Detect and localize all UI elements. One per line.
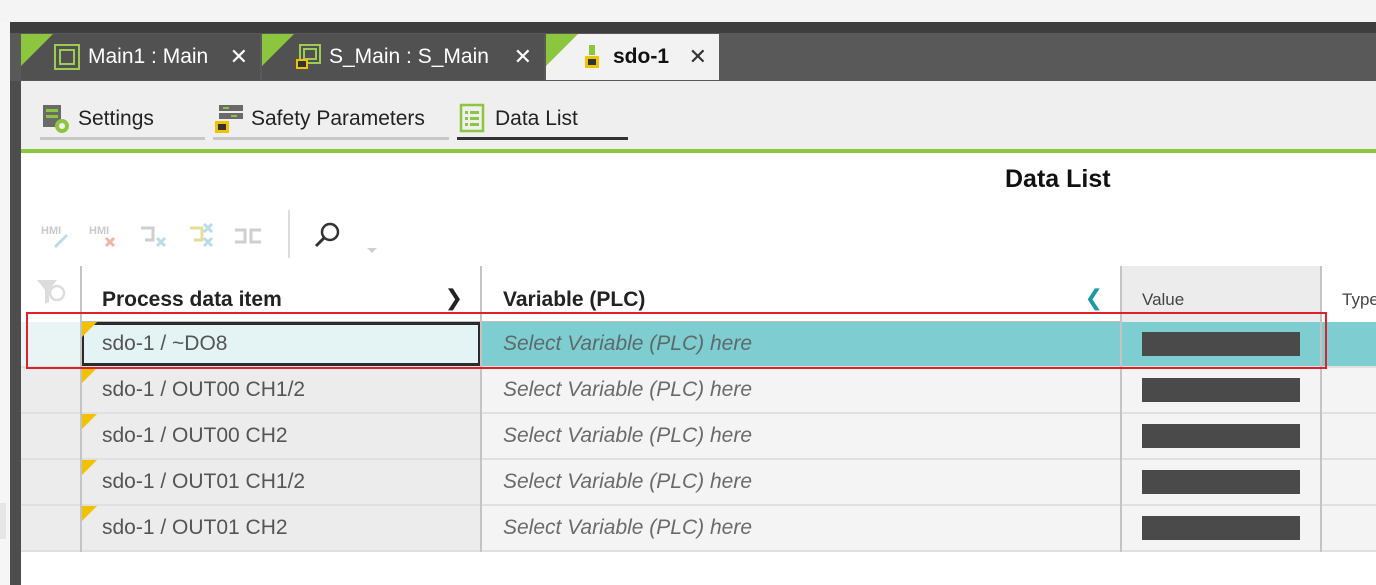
svg-text:HMI: HMI xyxy=(89,225,109,237)
svg-text:HMI: HMI xyxy=(41,225,61,237)
tab-s-main[interactable]: S_Main : S_Main ✕ xyxy=(262,34,544,80)
tab-label: S_Main : S_Main xyxy=(329,45,489,68)
safety-program-icon xyxy=(295,44,321,70)
column-divider xyxy=(1120,266,1122,552)
value-cell xyxy=(1121,506,1321,550)
column-divider xyxy=(480,266,482,552)
table-row[interactable]: sdo-1 / OUT01 CH1/2 Select Variable (PLC… xyxy=(21,460,1376,506)
column-header-process-data-item[interactable]: Process data item ❯ xyxy=(81,266,481,322)
assign-icon[interactable] xyxy=(137,220,167,250)
left-gutter xyxy=(0,22,10,585)
unassign-icon[interactable] xyxy=(186,220,216,250)
column-header-label: Type xyxy=(1342,290,1376,309)
hmi-edit-icon[interactable]: HMI xyxy=(40,220,70,250)
column-header-variable[interactable]: Variable (PLC) ❮ xyxy=(481,266,1121,322)
value-indicator xyxy=(1142,516,1300,540)
table-row[interactable]: sdo-1 / OUT00 CH2 Select Variable (PLC) … xyxy=(21,414,1376,460)
filter-icon[interactable] xyxy=(21,266,81,322)
row-marker xyxy=(81,460,97,476)
column-header-value[interactable]: Value xyxy=(1121,266,1321,322)
type-cell xyxy=(1321,414,1376,458)
variable-cell[interactable]: Select Variable (PLC) here xyxy=(481,322,1121,366)
subtab-settings[interactable]: Settings xyxy=(40,100,205,140)
top-strip xyxy=(0,0,1376,22)
settings-icon xyxy=(40,103,72,135)
table-row[interactable]: sdo-1 / OUT00 CH1/2 Select Variable (PLC… xyxy=(21,368,1376,414)
variable-cell[interactable]: Select Variable (PLC) here xyxy=(481,506,1121,550)
variable-cell[interactable]: Select Variable (PLC) here xyxy=(481,414,1121,458)
column-header-label: Value xyxy=(1142,290,1185,309)
column-divider xyxy=(1320,266,1322,552)
chevron-left-icon[interactable]: ❮ xyxy=(1085,285,1103,311)
value-indicator xyxy=(1142,332,1300,356)
column-header-type[interactable]: Type xyxy=(1321,266,1376,322)
row-selector[interactable] xyxy=(21,414,81,458)
subtab-label: Safety Parameters xyxy=(251,106,425,130)
tab-label: Main1 : Main xyxy=(88,45,209,68)
value-cell xyxy=(1121,368,1321,412)
process-data-item-cell[interactable]: sdo-1 / OUT01 CH1/2 xyxy=(81,460,481,504)
program-icon xyxy=(54,44,80,70)
subtab-label: Data List xyxy=(495,106,578,130)
toolbar-separator xyxy=(288,210,290,258)
tab-main1[interactable]: Main1 : Main ✕ xyxy=(21,34,260,80)
type-cell xyxy=(1321,322,1376,366)
tab-label: sdo-1 xyxy=(613,45,670,68)
search-icon[interactable] xyxy=(313,220,343,250)
search-options-chevron-down-icon[interactable] xyxy=(362,240,382,260)
editor-window: Main1 : Main ✕ S_Main : S_Main ✕ sdo-1 ✕… xyxy=(0,0,1376,585)
data-list-grid: Process data item ❯ Variable (PLC) ❮ Val… xyxy=(21,266,1376,552)
value-cell xyxy=(1121,322,1321,366)
close-icon[interactable]: ✕ xyxy=(689,44,707,70)
close-icon[interactable]: ✕ xyxy=(230,44,248,70)
hmi-delete-icon[interactable]: HMI xyxy=(88,220,118,250)
row-marker xyxy=(81,368,97,384)
close-icon[interactable]: ✕ xyxy=(514,44,532,70)
row-marker xyxy=(81,414,97,430)
process-data-item-cell[interactable]: sdo-1 / OUT01 CH2 xyxy=(81,506,481,550)
variable-cell[interactable]: Select Variable (PLC) here xyxy=(481,368,1121,412)
row-selector[interactable] xyxy=(21,368,81,412)
chevron-right-icon[interactable]: ❯ xyxy=(445,285,463,311)
value-indicator xyxy=(1142,424,1300,448)
table-row[interactable]: sdo-1 / ~DO8 Select Variable (PLC) here xyxy=(21,322,1376,368)
row-selector[interactable] xyxy=(21,322,81,366)
process-data-item-cell[interactable]: sdo-1 / OUT00 CH2 xyxy=(81,414,481,458)
left-stub xyxy=(0,503,6,539)
column-header-label: Variable (PLC) xyxy=(503,288,646,311)
variable-cell[interactable]: Select Variable (PLC) here xyxy=(481,460,1121,504)
row-selector[interactable] xyxy=(21,506,81,550)
row-marker xyxy=(81,322,97,338)
process-data-item-cell[interactable]: sdo-1 / OUT00 CH1/2 xyxy=(81,368,481,412)
left-panel-border xyxy=(10,22,21,585)
value-indicator xyxy=(1142,378,1300,402)
data-list-icon xyxy=(457,103,489,135)
subtab-safety-parameters[interactable]: Safety Parameters xyxy=(213,100,449,140)
process-data-item-cell[interactable]: sdo-1 / ~DO8 xyxy=(81,322,481,366)
value-cell xyxy=(1121,414,1321,458)
subtab-data-list[interactable]: Data List xyxy=(457,100,628,140)
table-row[interactable]: sdo-1 / OUT01 CH2 Select Variable (PLC) … xyxy=(21,506,1376,552)
type-cell xyxy=(1321,460,1376,504)
column-header-label: Process data item xyxy=(102,288,282,311)
value-indicator xyxy=(1142,470,1300,494)
column-divider xyxy=(80,266,82,552)
swap-icon[interactable] xyxy=(233,220,263,250)
page-title: Data List xyxy=(1005,165,1111,193)
value-cell xyxy=(1121,460,1321,504)
safety-device-icon xyxy=(579,44,605,70)
row-marker xyxy=(81,506,97,522)
grid-header: Process data item ❯ Variable (PLC) ❮ Val… xyxy=(21,266,1376,322)
type-cell xyxy=(1321,506,1376,550)
subtab-label: Settings xyxy=(78,106,154,130)
row-selector[interactable] xyxy=(21,460,81,504)
tab-sdo-1[interactable]: sdo-1 ✕ xyxy=(546,34,719,80)
safety-parameters-icon xyxy=(213,103,245,135)
type-cell xyxy=(1321,368,1376,412)
